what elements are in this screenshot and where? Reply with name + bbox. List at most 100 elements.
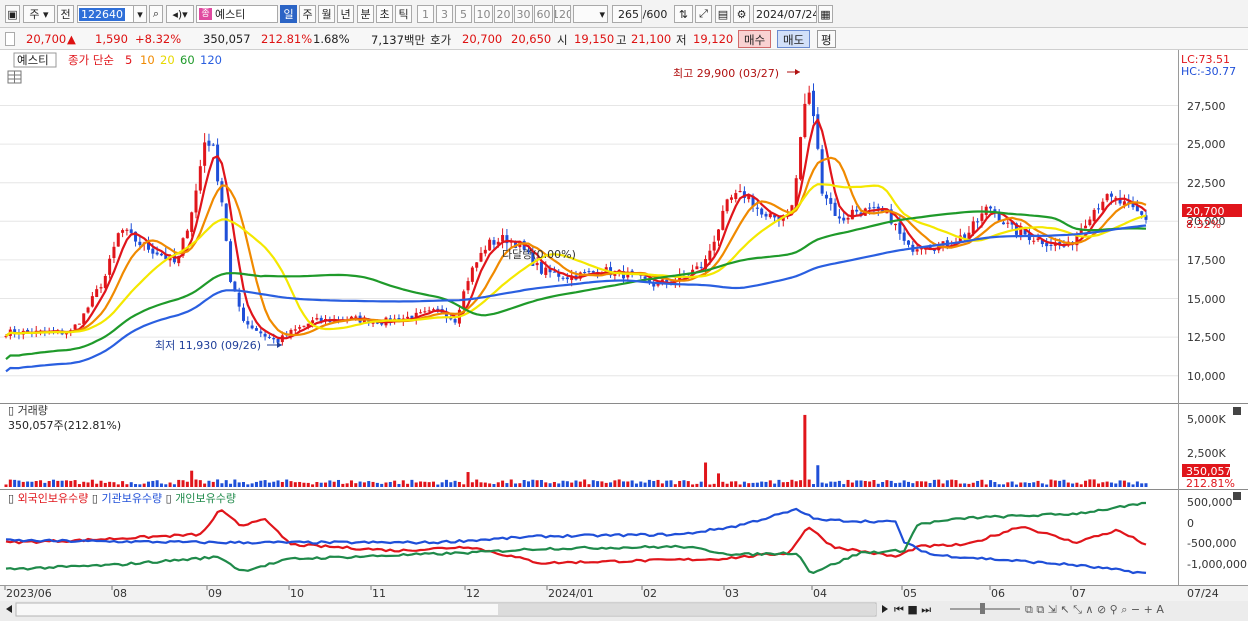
- layout-icon[interactable]: ▣: [5, 5, 20, 23]
- chart-area[interactable]: 예스티 종가 단순 5 10 20 60 120 LC:73.51 HC:-30…: [0, 50, 1248, 621]
- price-tick: 10,000: [1187, 370, 1226, 383]
- volume-bar: [1010, 481, 1014, 487]
- period-type-dropdown[interactable]: 주 ▾: [23, 5, 55, 23]
- volume-bar: [496, 482, 500, 487]
- chart-toolbar: ▣ 주 ▾ 전 122640 ▾ ⌕ ◂)▾ 종 예스티 일 주 월 년 분 초 …: [0, 0, 1248, 28]
- search-icon[interactable]: ⌕: [149, 5, 163, 23]
- calendar-icon[interactable]: ▦: [818, 5, 833, 23]
- candle-body: [907, 240, 910, 245]
- volume-bar: [185, 481, 189, 487]
- interval-5[interactable]: 5: [455, 5, 472, 23]
- legend-stock-name: 예스티: [17, 53, 49, 67]
- bar-count-input[interactable]: 265: [612, 5, 642, 23]
- volume-bar: [600, 481, 604, 487]
- tab-day[interactable]: 일: [280, 5, 297, 23]
- tab-minute[interactable]: 분: [357, 5, 374, 23]
- sound-icon[interactable]: ◂)▾: [166, 5, 194, 23]
- candle-body: [470, 267, 474, 282]
- interval-30[interactable]: 30: [514, 5, 533, 23]
- candle-body: [419, 312, 423, 314]
- volume-bar: [315, 481, 319, 487]
- date-input[interactable]: 2024/07/24: [753, 5, 817, 23]
- volume-bar: [872, 480, 876, 487]
- candle-body: [583, 271, 587, 273]
- save-icon[interactable]: ▤: [715, 5, 731, 23]
- volume-bar: [669, 480, 673, 487]
- tab-week[interactable]: 주: [299, 5, 316, 23]
- volume-bar: [345, 483, 349, 487]
- low-price: 19,120: [693, 32, 734, 46]
- candle-body: [185, 230, 189, 239]
- volume-bar: [423, 481, 427, 487]
- tool-icons[interactable]: ⧉ ⧉ ⇲ ↖ ⤡ ∧ ⊘ ⚲ ⌕ − + A: [1025, 603, 1164, 616]
- legend-ma60: 60: [180, 53, 195, 67]
- candle-body: [99, 287, 103, 289]
- volume-bar: [289, 481, 293, 487]
- volume-bar: [380, 483, 384, 487]
- volume-bar: [1071, 483, 1075, 487]
- stock-name-field[interactable]: 종 예스티: [196, 5, 278, 23]
- stock-chart[interactable]: 예스티 종가 단순 5 10 20 60 120 LC:73.51 HC:-30…: [0, 50, 1248, 621]
- candle-body: [803, 103, 807, 138]
- interval-dropdown[interactable]: ▾: [573, 5, 608, 23]
- tab-tick[interactable]: 틱: [395, 5, 412, 23]
- low-annotation: 최저 11,930 (09/26): [155, 339, 261, 352]
- gear-icon[interactable]: ⚙: [733, 5, 750, 23]
- volume-bar: [963, 483, 967, 487]
- volume-bar: [570, 482, 574, 487]
- volume-bar: [164, 484, 168, 487]
- volume-bar: [643, 482, 647, 487]
- investor-tick: 0: [1187, 517, 1194, 530]
- stock-code-input[interactable]: 122640: [77, 5, 134, 23]
- volume-bar: [229, 483, 233, 487]
- candle-body: [250, 325, 254, 329]
- volume-bar: [367, 481, 371, 487]
- volume-bar: [354, 483, 358, 487]
- sell-button[interactable]: 매도: [777, 30, 811, 48]
- zoom-slider-handle[interactable]: [980, 603, 985, 614]
- interval-120[interactable]: 120: [554, 5, 571, 23]
- tab-second[interactable]: 초: [376, 5, 393, 23]
- interval-10[interactable]: 10: [474, 5, 493, 23]
- candle-body: [721, 210, 725, 230]
- volume-bar: [1058, 480, 1062, 487]
- playback-controls-icon[interactable]: ⏮ ■ ⏭: [894, 603, 931, 616]
- draw-tool-icon[interactable]: ⤢: [695, 5, 712, 23]
- volume-bar: [881, 481, 885, 487]
- code-dropdown-icon[interactable]: ▾: [133, 5, 147, 23]
- checkbox[interactable]: [5, 32, 15, 46]
- indicator-icon[interactable]: ⇅: [674, 5, 693, 23]
- interval-20[interactable]: 20: [494, 5, 513, 23]
- volume-bar: [1140, 483, 1144, 487]
- interval-3[interactable]: 3: [436, 5, 453, 23]
- candle-body: [488, 239, 492, 251]
- volume-bar: [138, 484, 142, 487]
- volume-bar: [324, 482, 328, 487]
- tab-month[interactable]: 월: [318, 5, 335, 23]
- candle-body: [90, 296, 94, 307]
- volume-bar: [596, 481, 600, 487]
- volume-bar: [293, 482, 297, 487]
- volume-bar: [60, 480, 64, 487]
- volume-bar: [527, 481, 530, 487]
- legend-ma10: 10: [140, 53, 155, 67]
- candle-body: [211, 144, 215, 146]
- volume-bar: [43, 482, 47, 487]
- x-axis-panel: [0, 585, 1248, 601]
- tab-year[interactable]: 년: [337, 5, 354, 23]
- volume-bar: [406, 483, 410, 487]
- prev-button[interactable]: 전: [57, 5, 74, 23]
- volume-bar: [259, 480, 263, 487]
- buy-button[interactable]: 매수: [738, 30, 772, 48]
- price-info-bar: 20,700 ▲ 1,590 +8.32% 350,057 212.81% 1.…: [0, 28, 1248, 50]
- scroll-thumb[interactable]: [498, 604, 876, 615]
- average-button[interactable]: 평: [817, 30, 836, 48]
- candle-body: [976, 221, 980, 223]
- candle-body: [902, 232, 906, 241]
- interval-60[interactable]: 60: [534, 5, 553, 23]
- pane-close-icon[interactable]: [1233, 492, 1241, 500]
- volume-info: 350,057주(212.81%): [8, 419, 121, 432]
- volume-bar: [449, 482, 453, 487]
- interval-1[interactable]: 1: [417, 5, 434, 23]
- pane-close-icon[interactable]: [1233, 407, 1241, 415]
